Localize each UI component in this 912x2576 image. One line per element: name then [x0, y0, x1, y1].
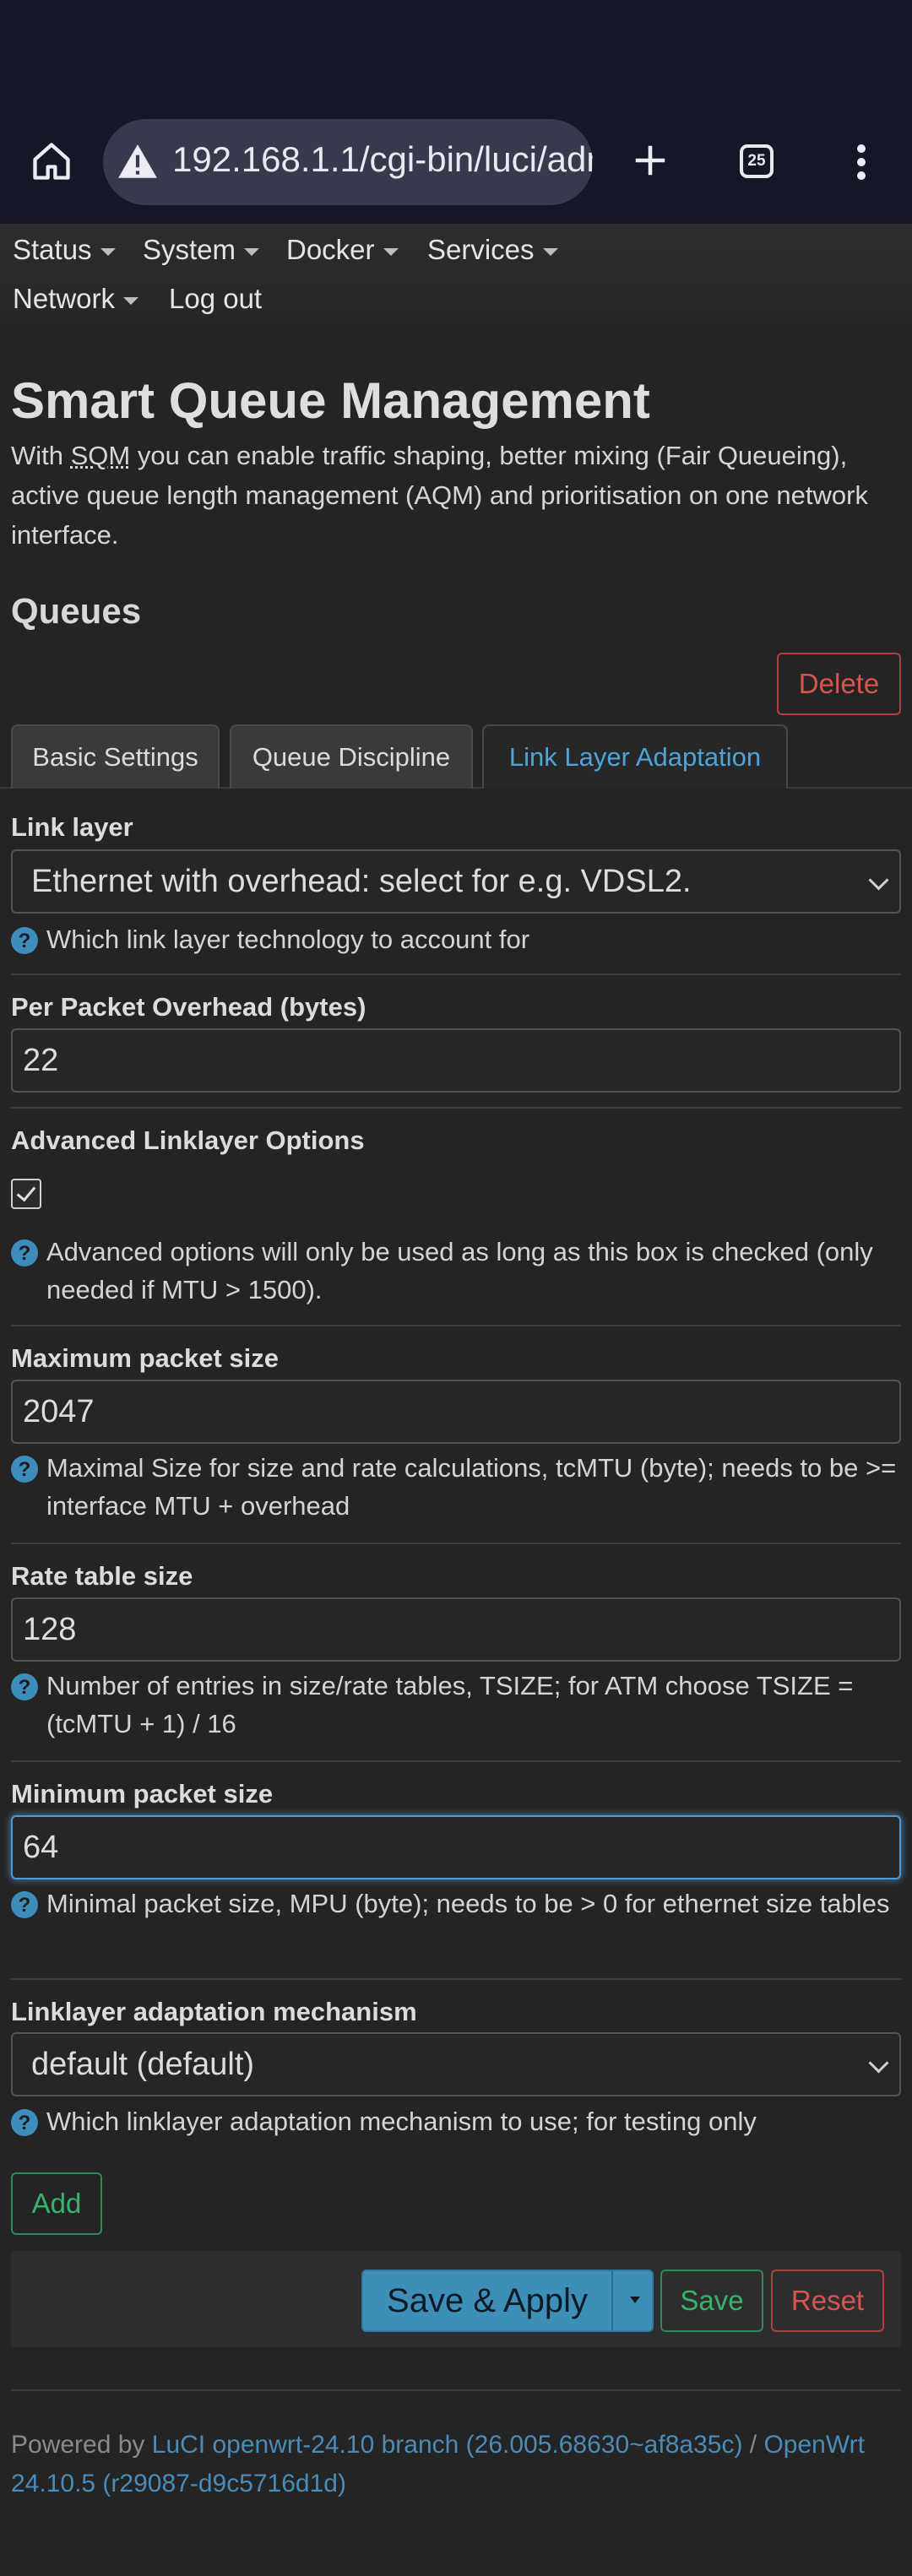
advanced-options-checkbox[interactable] — [11, 1179, 41, 1209]
help-icon: ? — [11, 1456, 38, 1483]
menu-network-label: Network — [13, 283, 116, 314]
divider — [11, 1325, 901, 1326]
help-icon: ? — [11, 927, 38, 954]
rate-table-help: ? Number of entries in size/rate tables, … — [11, 1667, 898, 1743]
min-packet-help-text: Minimal packet size, MPU (byte); needs t… — [46, 1889, 890, 1918]
new-tab-icon[interactable] — [625, 135, 676, 186]
chevron-down-icon — [868, 870, 889, 891]
section-title: Queues — [11, 591, 142, 631]
help-icon: ? — [11, 2109, 38, 2136]
divider — [11, 1543, 901, 1544]
footer-separator: / — [742, 2431, 764, 2459]
chevron-down-icon — [383, 247, 399, 256]
help-icon: ? — [11, 1239, 38, 1266]
footer: Powered by LuCI openwrt-24.10 branch (26… — [11, 2426, 906, 2503]
chevron-down-icon — [100, 247, 116, 256]
reset-button[interactable]: Reset — [771, 2270, 884, 2332]
menu-system-label: System — [143, 234, 236, 265]
link-layer-select[interactable]: Ethernet with overhead: select for e.g. … — [11, 849, 901, 914]
mechanism-value: default (default) — [31, 2046, 255, 2082]
tab-switcher-button[interactable]: 25 — [740, 144, 774, 178]
mechanism-select[interactable]: default (default) — [11, 2032, 901, 2096]
link-layer-label: Link layer — [11, 812, 133, 842]
save-apply-button[interactable]: Save & Apply — [361, 2270, 654, 2332]
max-packet-help: ? Maximal Size for size and rate calculat… — [11, 1449, 898, 1525]
sqm-abbr: SQM — [70, 441, 131, 470]
mechanism-help: ? Which linklayer adaptation mechanism to… — [11, 2102, 898, 2140]
save-button[interactable]: Save — [660, 2270, 763, 2332]
home-icon[interactable] — [25, 135, 78, 187]
rate-table-label: Rate table size — [11, 1561, 193, 1591]
max-packet-label: Maximum packet size — [11, 1343, 280, 1373]
tab-queue-discipline[interactable]: Queue Discipline — [230, 724, 473, 789]
delete-button[interactable]: Delete — [777, 653, 901, 715]
warning-icon[interactable] — [117, 141, 159, 183]
intro-prefix: With — [11, 441, 71, 470]
chevron-down-icon — [868, 2053, 889, 2074]
menu-docker[interactable]: Docker — [286, 234, 399, 266]
min-packet-input[interactable]: 64 — [11, 1815, 901, 1879]
menu-services[interactable]: Services — [427, 234, 558, 266]
menu-docker-label: Docker — [286, 234, 375, 265]
dropdown-arrow-icon[interactable] — [630, 2297, 640, 2303]
tab-basic-settings[interactable]: Basic Settings — [11, 724, 220, 789]
powered-by-text: Powered by — [11, 2431, 152, 2459]
mechanism-label: Linklayer adaptation mechanism — [11, 1997, 417, 2026]
checkmark-icon — [16, 1181, 36, 1202]
rate-table-input[interactable]: 128 — [11, 1597, 901, 1662]
menu-system[interactable]: System — [143, 234, 260, 266]
mechanism-help-text: Which linklayer adaptation mechanism to … — [46, 2107, 757, 2136]
min-packet-help: ? Minimal packet size, MPU (byte); needs … — [11, 1885, 898, 1923]
divider — [11, 1978, 901, 1980]
advanced-options-label: Advanced Linklayer Options — [11, 1125, 365, 1155]
help-icon: ? — [11, 1891, 38, 1918]
tab-link-layer-adaptation[interactable]: Link Layer Adaptation — [482, 724, 788, 789]
url-text: 192.168.1.1/cgi-bin/luci/adm — [172, 139, 593, 179]
help-icon: ? — [11, 1673, 38, 1700]
footer-divider — [11, 2389, 901, 2391]
split-divider — [611, 2271, 613, 2330]
link-layer-value: Ethernet with overhead: select for e.g. … — [31, 863, 692, 899]
divider — [11, 1107, 901, 1109]
max-packet-input[interactable]: 2047 — [11, 1380, 901, 1444]
menu-status-label: Status — [13, 234, 92, 265]
overhead-label: Per Packet Overhead (bytes) — [11, 992, 366, 1022]
browser-toolbar: 192.168.1.1/cgi-bin/luci/adm 25 — [0, 0, 912, 224]
luci-link[interactable]: LuCI openwrt-24.10 branch (26.005.68630~… — [152, 2431, 743, 2459]
chevron-down-icon — [123, 296, 139, 305]
menu-services-label: Services — [427, 234, 535, 265]
divider — [11, 973, 901, 975]
min-packet-label: Minimum packet size — [11, 1779, 274, 1809]
menu-dots-icon[interactable] — [844, 138, 878, 186]
menu-status[interactable]: Status — [13, 234, 116, 266]
page-description: With SQM you can enable traffic shaping,… — [11, 436, 906, 555]
intro-suffix: you can enable traffic shaping, better m… — [11, 441, 868, 550]
link-layer-help: ? Which link layer technology to account … — [11, 920, 898, 958]
chevron-down-icon — [244, 247, 260, 256]
menu-network[interactable]: Network — [13, 283, 139, 315]
advanced-options-help-text: Advanced options will only be used as lo… — [46, 1237, 873, 1304]
max-packet-help-text: Maximal Size for size and rate calculati… — [46, 1453, 897, 1521]
overhead-input[interactable]: 22 — [11, 1028, 901, 1093]
link-layer-help-text: Which link layer technology to account f… — [46, 925, 530, 954]
advanced-options-help: ? Advanced options will only be used as l… — [11, 1233, 898, 1309]
rate-table-help-text: Number of entries in size/rate tables, T… — [46, 1671, 854, 1738]
add-button[interactable]: Add — [11, 2172, 102, 2235]
save-apply-label: Save & Apply — [387, 2281, 588, 2319]
divider — [11, 1760, 901, 1762]
page-title: Smart Queue Management — [11, 372, 650, 429]
main-menu: Status System Docker Services Network Lo… — [0, 224, 912, 325]
menu-logout[interactable]: Log out — [169, 283, 262, 315]
chevron-down-icon — [542, 247, 558, 256]
address-bar[interactable]: 192.168.1.1/cgi-bin/luci/adm — [103, 119, 593, 205]
